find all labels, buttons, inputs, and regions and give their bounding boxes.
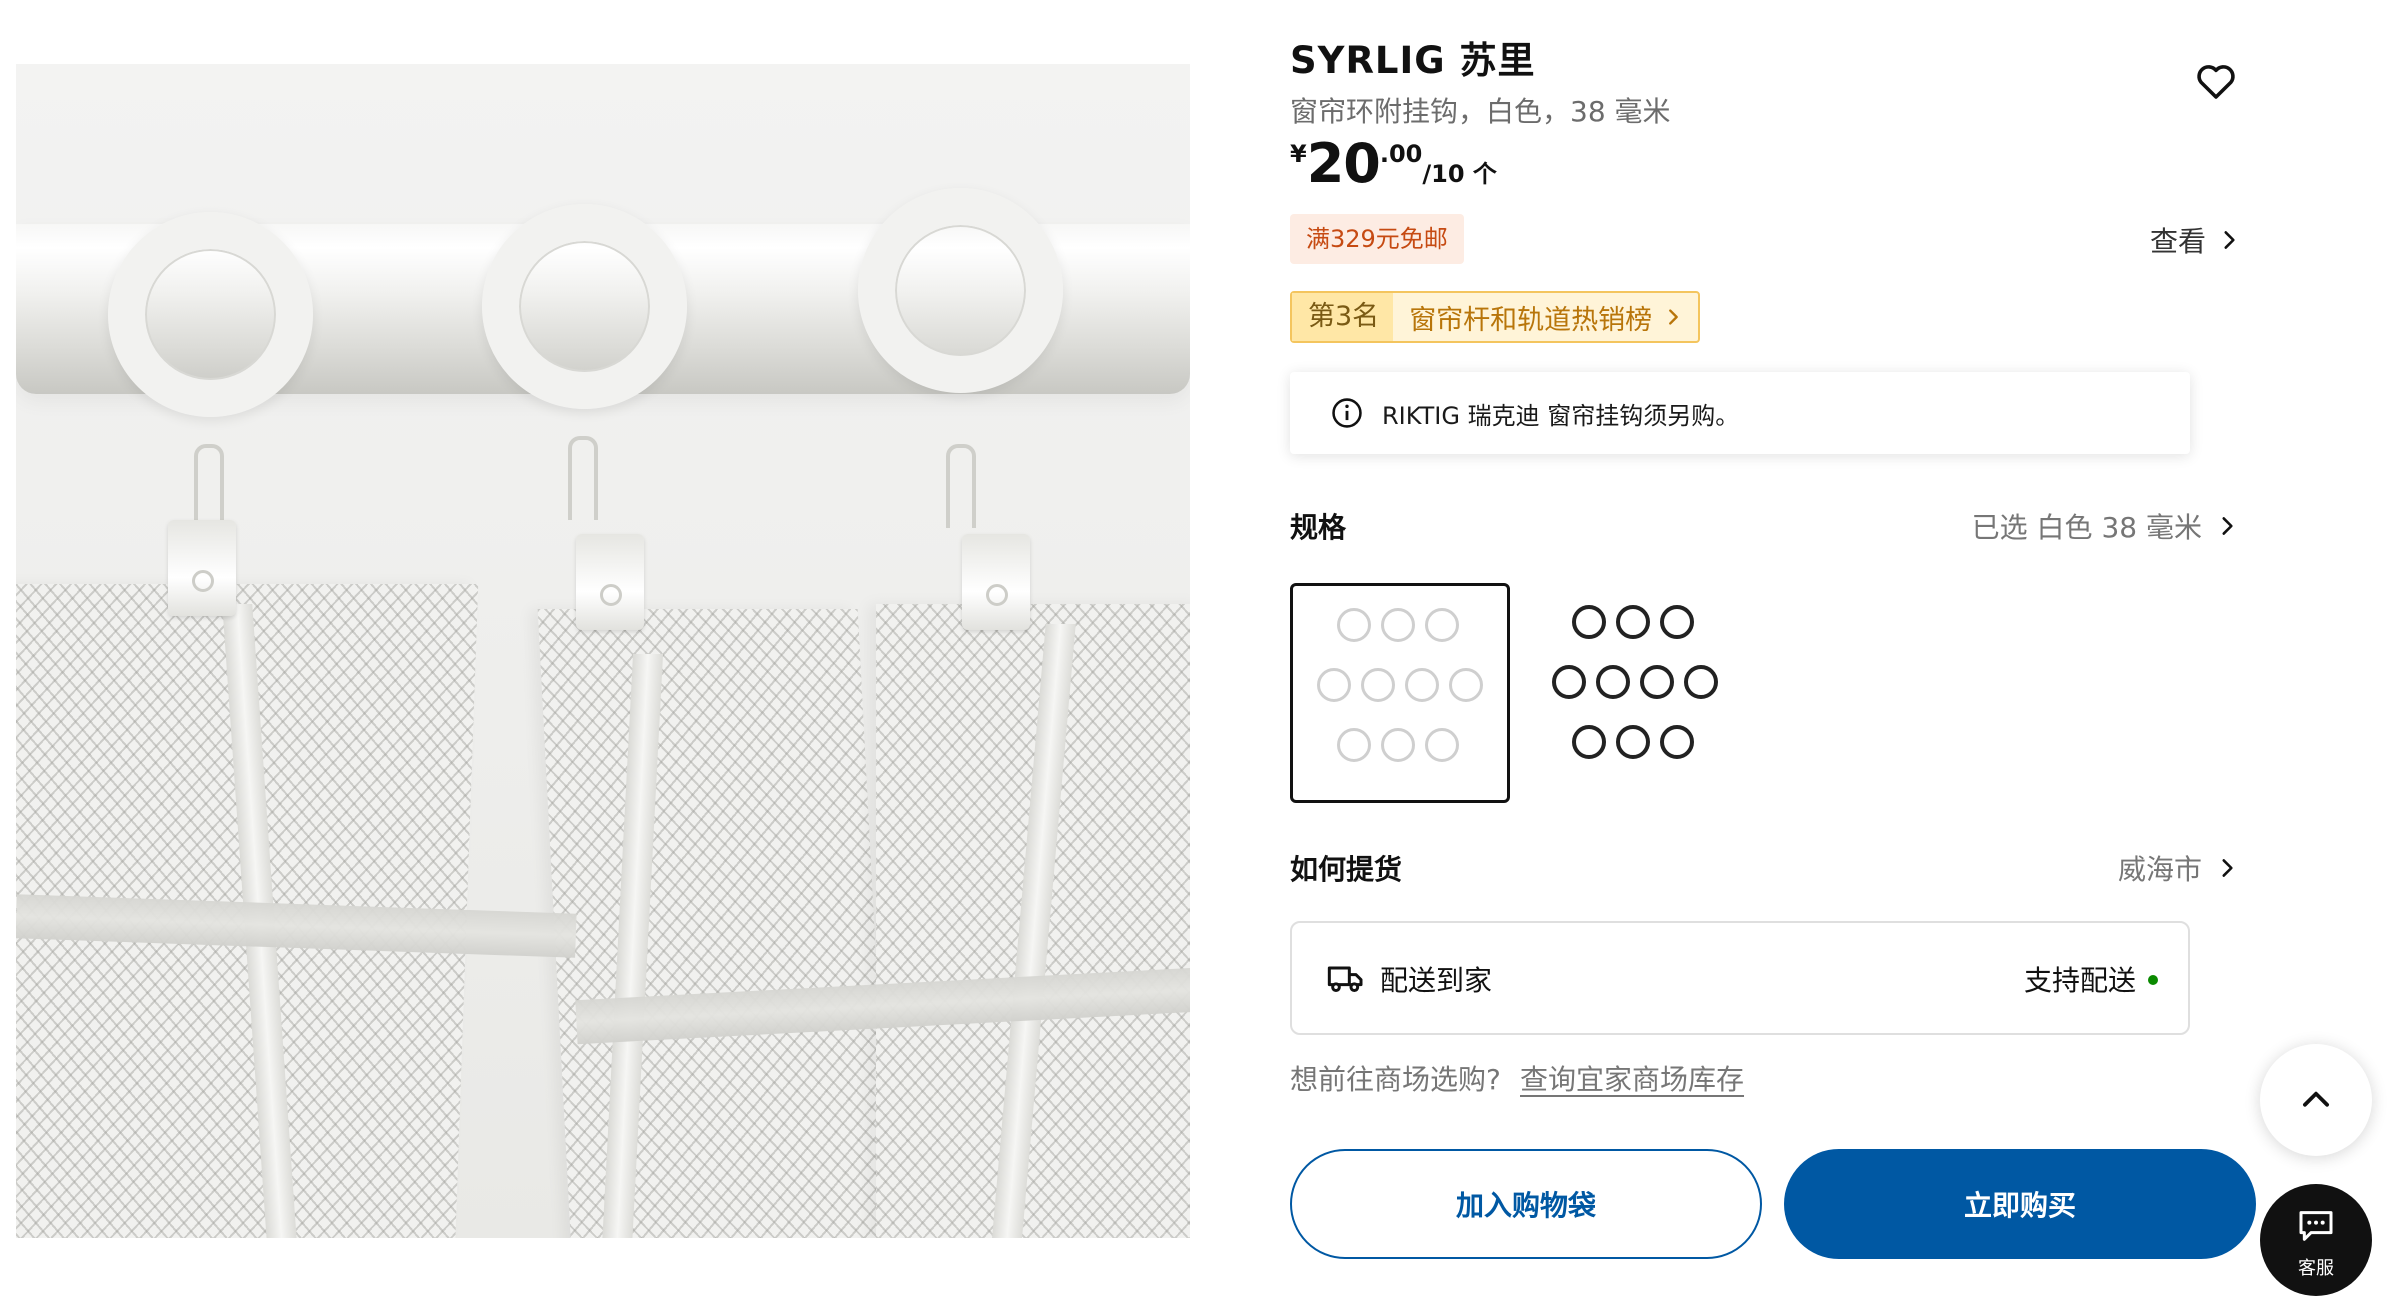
chevron-right-icon: [1669, 309, 1679, 325]
ring-clip: [576, 534, 644, 630]
add-to-bag-button[interactable]: 加入购物袋: [1290, 1149, 1762, 1259]
ring-clip: [168, 520, 236, 616]
curtain-ring: [108, 212, 313, 417]
buy-now-button[interactable]: 立即购买: [1784, 1149, 2256, 1259]
product-price: ¥20.00/10 个: [1290, 132, 1497, 195]
rank-list-label: 窗帘杆和轨道热销榜: [1409, 304, 1653, 336]
store-stock-link[interactable]: 查询宜家商场库存: [1520, 1058, 1744, 1098]
notice-text: RIKTIG 瑞克迪 窗帘挂钩须另购。: [1382, 401, 1740, 430]
ring-hook: [568, 436, 598, 520]
chevron-right-icon: [2222, 517, 2233, 535]
truck-icon: [1327, 966, 1363, 992]
city-selector[interactable]: 威海市: [2118, 848, 2240, 888]
ring-clip: [962, 534, 1030, 630]
price-decimal: .00: [1379, 140, 1423, 168]
price-currency: ¥: [1290, 140, 1307, 168]
spec-selected-text: 已选 白色 38 毫米: [1971, 511, 2202, 544]
delivery-heading: 如何提货: [1290, 853, 1403, 886]
variant-white[interactable]: [1290, 583, 1510, 803]
curtain-ring: [482, 204, 687, 409]
free-shipping-badge: 满329元免邮: [1290, 214, 1464, 264]
home-delivery-option[interactable]: 配送到家 支持配送: [1290, 921, 2190, 1035]
city-name: 威海市: [2117, 853, 2202, 886]
ring-hook: [946, 444, 976, 528]
chat-icon: [2299, 1211, 2333, 1241]
chevron-right-icon: [2222, 859, 2233, 877]
accessory-notice: RIKTIG 瑞克迪 窗帘挂钩须另购。: [1290, 372, 2190, 454]
delivery-status: 支持配送: [2023, 964, 2136, 997]
info-icon: [1332, 398, 1362, 428]
back-to-top-button[interactable]: [2260, 1044, 2372, 1156]
price-integer: 20: [1306, 132, 1381, 195]
product-subtitle: 窗帘环附挂钩，白色，38 毫米: [1290, 95, 1671, 128]
curtain-ring: [858, 188, 1063, 393]
store-question: 想前往商场选购?: [1290, 1063, 1501, 1096]
status-dot: [2148, 975, 2158, 985]
spec-heading: 规格: [1290, 511, 1347, 544]
curtain-panel: [537, 609, 895, 1238]
favorite-button[interactable]: [2192, 56, 2240, 104]
bestseller-rank-badge[interactable]: 第3名 窗帘杆和轨道热销榜: [1290, 291, 1701, 343]
view-promo-link[interactable]: 查看: [2150, 220, 2242, 260]
spec-selector[interactable]: 已选 白色 38 毫米: [1972, 506, 2240, 546]
ring-hook: [194, 444, 224, 528]
variant-black[interactable]: [1528, 583, 1748, 803]
product-image[interactable]: [16, 64, 1190, 1238]
product-title: SYRLIG 苏里: [1290, 39, 1536, 82]
heart-icon: [2197, 65, 2235, 99]
chevron-right-icon: [2224, 231, 2235, 249]
view-link-label: 查看: [2150, 225, 2207, 258]
customer-service-button[interactable]: 客服: [2260, 1184, 2372, 1296]
delivery-option-label: 配送到家: [1380, 964, 1493, 997]
chevron-up-icon: [2303, 1091, 2329, 1107]
price-unit: /10 个: [1422, 160, 1497, 188]
rank-position: 第3名: [1292, 293, 1394, 341]
